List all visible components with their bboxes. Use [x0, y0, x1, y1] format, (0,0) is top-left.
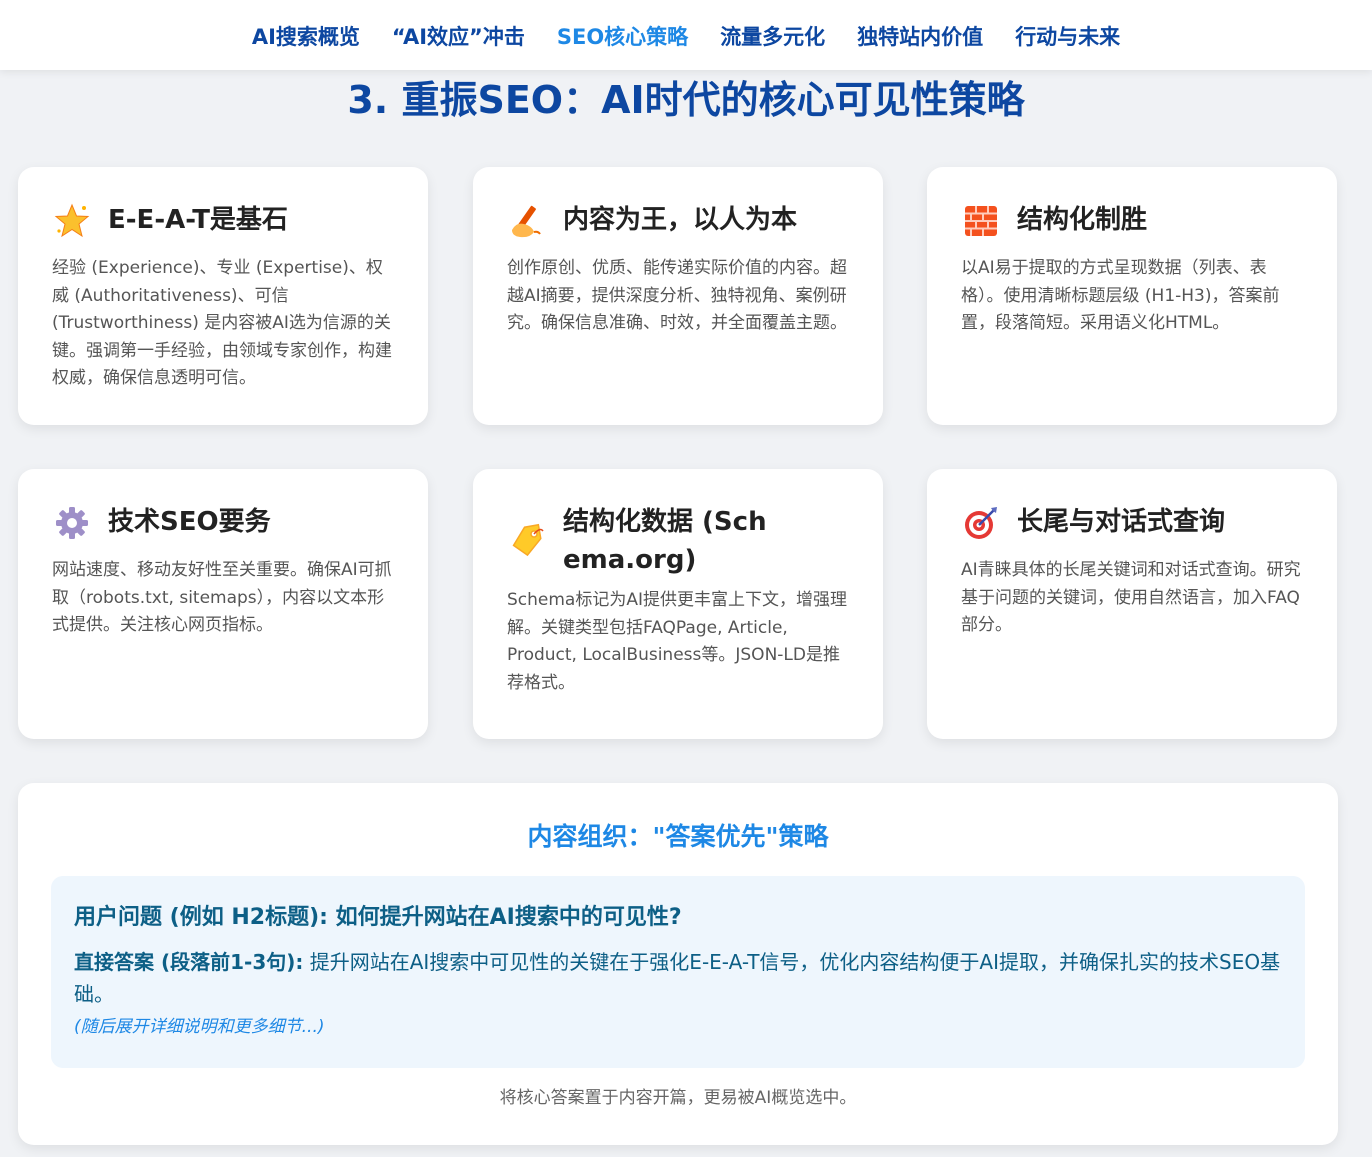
answer-first-panel: 内容组织："答案优先"策略 用户问题 (例如 H2标题): 如何提升网站在AI搜…	[18, 783, 1338, 1145]
panel-title: 内容组织："答案优先"策略	[527, 822, 829, 851]
qa-question: 用户问题 (例如 H2标题): 如何提升网站在AI搜索中的可见性?	[74, 905, 682, 930]
card-schema: 结构化数据 (Schema.org) Schema标记为AI提供更丰富上下文，增…	[473, 469, 883, 739]
card-long-tail: 长尾与对话式查询 AI青睐具体的长尾关键词和对话式查询。研究基于问题的关键词，使…	[927, 469, 1337, 739]
qa-note: (随后展开详细说明和更多细节...)	[74, 1017, 325, 1037]
card-content-king: 内容为王，以人为本 创作原创、优质、能传递实际价值的内容。超越AI摘要，提供深度…	[473, 167, 883, 425]
card-structure: 结构化制胜 以AI易于提取的方式呈现数据（列表、表格）。使用清晰标题层级 (H1…	[927, 167, 1337, 425]
card-body: 创作原创、优质、能传递实际价值的内容。超越AI摘要，提供深度分析、独特视角、案例…	[507, 258, 847, 333]
qa-answer: 直接答案 (段落前1-3句): 提升网站在AI搜索中可见性的关键在于强化E-E-…	[74, 946, 1283, 1010]
qa-example-box: 用户问题 (例如 H2标题): 如何提升网站在AI搜索中的可见性? 直接答案 (…	[51, 876, 1305, 1068]
card-body: 经验 (Experience)、专业 (Expertise)、权威 (Autho…	[52, 258, 392, 388]
card-title: E-E-A-T是基石	[108, 205, 288, 235]
card-title: 长尾与对话式查询	[1017, 507, 1226, 537]
label-tag-icon	[507, 521, 547, 561]
nav-item-ai-effect-impact[interactable]: “AI效应”冲击	[392, 19, 525, 51]
card-title: 技术SEO要务	[108, 507, 271, 537]
bricks-icon	[961, 201, 1001, 241]
card-body: 以AI易于提取的方式呈现数据（列表、表格）。使用清晰标题层级 (H1-H3)，答…	[961, 258, 1280, 333]
nav-item-traffic-diversification[interactable]: 流量多元化	[720, 19, 825, 51]
direct-hit-target-icon	[961, 503, 1001, 543]
nav-item-unique-site-value[interactable]: 独特站内价值	[857, 19, 983, 51]
card-eeat: E-E-A-T是基石 经验 (Experience)、专业 (Expertise…	[18, 167, 428, 425]
gear-icon	[52, 503, 92, 543]
nav-item-seo-core-strategy[interactable]: SEO核心策略	[557, 19, 688, 51]
writing-hand-icon	[507, 201, 547, 241]
top-nav: AI搜索概览 “AI效应”冲击 SEO核心策略 流量多元化 独特站内价值 行动与…	[0, 0, 1372, 70]
card-body: Schema标记为AI提供更丰富上下文，增强理解。关键类型包括FAQPage, …	[507, 590, 847, 693]
card-title: 结构化数据 (Schema.org)	[563, 507, 767, 575]
card-title: 内容为王，以人为本	[563, 205, 798, 235]
card-body: AI青睐具体的长尾关键词和对话式查询。研究基于问题的关键词，使用自然语言，加入F…	[961, 560, 1301, 635]
card-body: 网站速度、移动友好性至关重要。确保AI可抓取（robots.txt, sitem…	[52, 560, 392, 635]
panel-footer: 将核心答案置于内容开篇，更易被AI概览选中。	[499, 1088, 857, 1108]
card-technical-seo: 技术SEO要务 网站速度、移动友好性至关重要。确保AI可抓取（robots.tx…	[18, 469, 428, 739]
page-title: 3. 重振SEO：AI时代的核心可见性策略	[347, 78, 1025, 122]
card-title: 结构化制胜	[1017, 205, 1148, 235]
nav-item-action-and-future[interactable]: 行动与未来	[1015, 19, 1120, 51]
glowing-star-icon	[52, 201, 92, 241]
nav-item-ai-search-overview[interactable]: AI搜索概览	[252, 19, 360, 51]
qa-answer-label: 直接答案 (段落前1-3句):	[74, 950, 304, 974]
